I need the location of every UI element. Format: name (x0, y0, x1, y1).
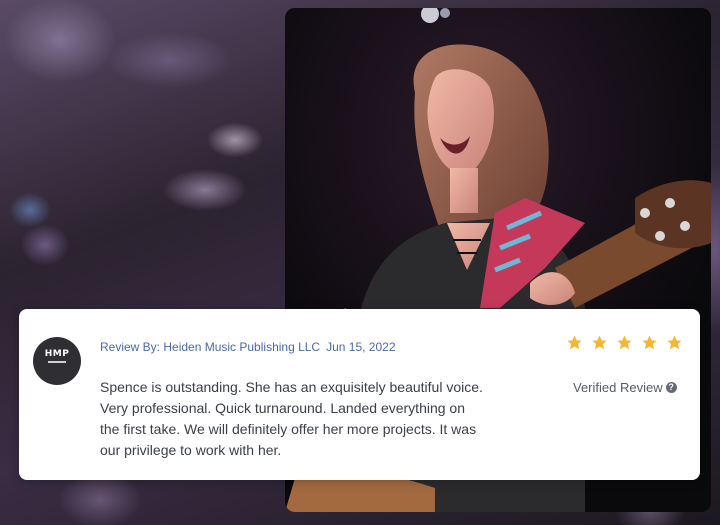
review-byline: Review By: Heiden Music Publishing LLC Ju… (100, 340, 396, 354)
review-date: Jun 15, 2022 (326, 340, 396, 354)
avatar-logo-text: HMP (44, 349, 70, 359)
verified-review-label[interactable]: Verified Review ? (573, 380, 677, 395)
reviewer-avatar: HMP (33, 337, 81, 385)
avatar-logo-underline (48, 361, 66, 363)
star-icon (617, 335, 632, 350)
star-icon (592, 335, 607, 350)
star-icon (667, 335, 682, 350)
help-circle-icon[interactable]: ? (665, 382, 677, 393)
star-rating (566, 334, 683, 351)
star-icon (567, 335, 582, 350)
reviewer-name: Review By: Heiden Music Publishing LLC (100, 340, 321, 354)
verified-text: Verified Review (573, 380, 663, 395)
review-text: Spence is outstanding. She has an exquis… (100, 379, 483, 458)
star-icon (642, 335, 657, 350)
